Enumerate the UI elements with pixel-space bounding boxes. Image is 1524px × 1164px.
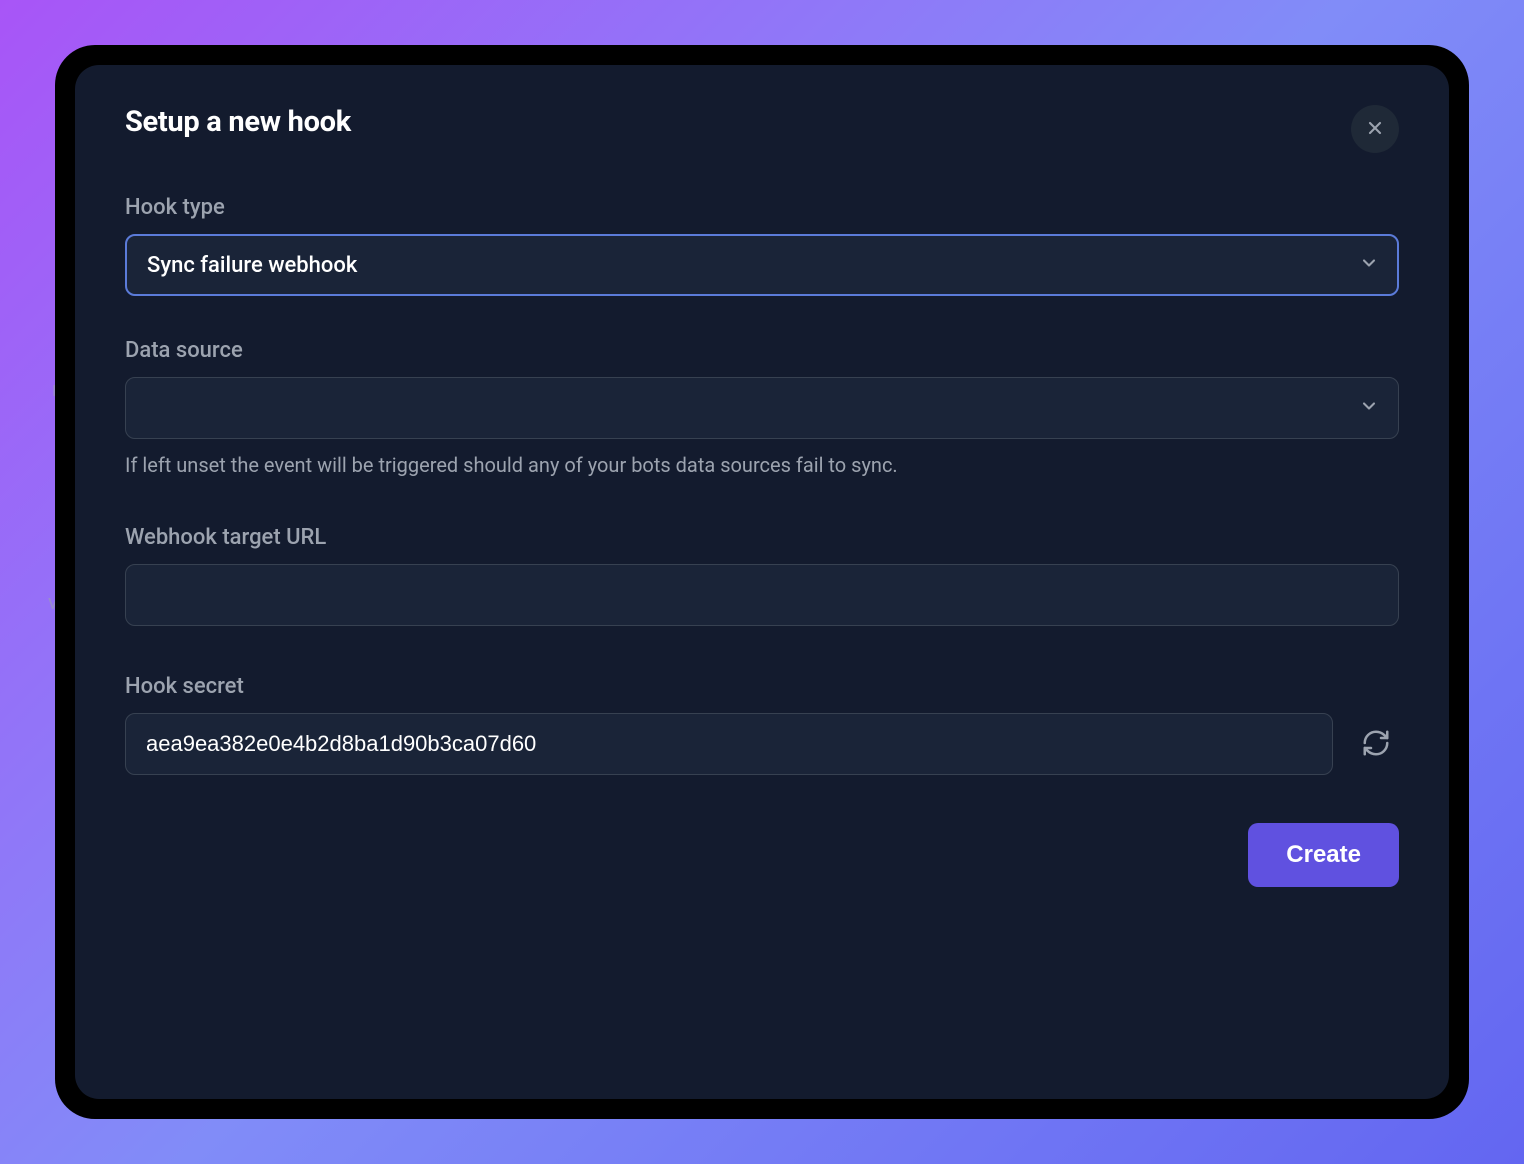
hook-type-label: Hook type: [125, 195, 1399, 220]
modal-title: Setup a new hook: [125, 105, 351, 139]
webhook-url-input[interactable]: [125, 564, 1399, 626]
webhook-url-group: Webhook target URL: [125, 525, 1399, 626]
hook-secret-group: Hook secret: [125, 674, 1399, 775]
hook-type-selected-value: Sync failure webhook: [147, 253, 357, 278]
data-source-label: Data source: [125, 338, 1399, 363]
close-button[interactable]: [1351, 105, 1399, 153]
hook-secret-label: Hook secret: [125, 674, 1399, 699]
hook-type-select-wrapper: Sync failure webhook: [125, 234, 1399, 296]
webhook-url-label: Webhook target URL: [125, 525, 1399, 550]
data-source-select[interactable]: [125, 377, 1399, 439]
data-source-group: Data source If left unset the event will…: [125, 338, 1399, 477]
hook-type-select[interactable]: Sync failure webhook: [125, 234, 1399, 296]
data-source-select-wrapper: [125, 377, 1399, 439]
close-icon: [1365, 118, 1385, 141]
hook-type-group: Hook type Sync failure webhook: [125, 195, 1399, 296]
modal-outer-frame: Setup a new hook Hook type Sync failure …: [55, 45, 1469, 1119]
hook-secret-row: [125, 713, 1399, 775]
modal-header: Setup a new hook: [125, 105, 1399, 153]
refresh-icon: [1361, 728, 1391, 761]
hook-secret-input[interactable]: [125, 713, 1333, 775]
hook-setup-modal: Setup a new hook Hook type Sync failure …: [75, 65, 1449, 1099]
modal-footer: Create: [125, 823, 1399, 887]
regenerate-secret-button[interactable]: [1353, 720, 1399, 769]
create-button[interactable]: Create: [1248, 823, 1399, 887]
data-source-helper-text: If left unset the event will be triggere…: [125, 453, 1399, 477]
